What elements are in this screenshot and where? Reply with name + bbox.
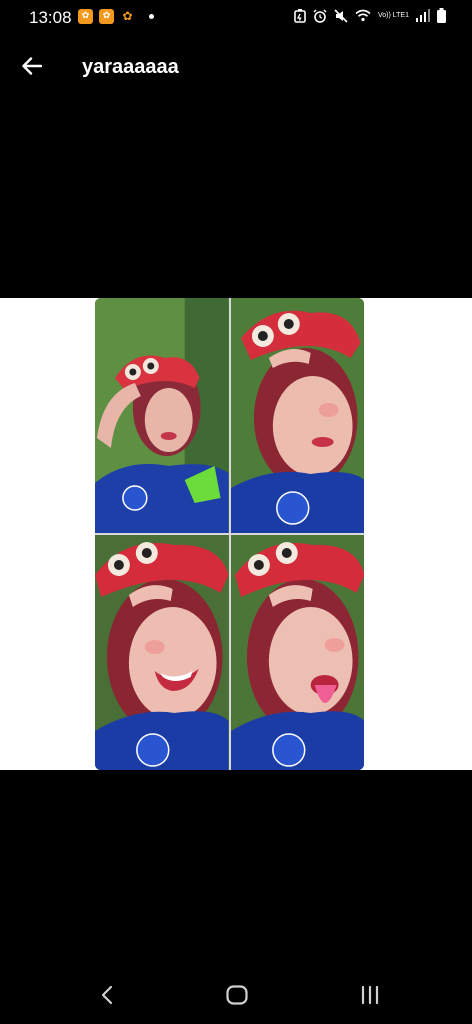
back-button[interactable]	[16, 52, 48, 84]
home-icon	[226, 984, 248, 1010]
photo-collage-cell	[230, 298, 364, 533]
battery-icon	[437, 8, 446, 23]
back-arrow-icon	[22, 56, 43, 80]
more-notifications-dot-icon	[149, 14, 154, 19]
status-bar: 13:08 ✿ ✿ ✿ Vo)) LTE1	[0, 0, 472, 36]
signal-icon	[416, 9, 430, 22]
volte-label: Vo)) LTE1	[378, 12, 409, 19]
image-viewer[interactable]	[0, 298, 472, 770]
system-icons: Vo)) LTE1	[294, 8, 446, 23]
nav-back-button[interactable]	[92, 982, 122, 1012]
app-notification-icon: ✿	[78, 9, 93, 24]
photo-collage-cell	[95, 298, 229, 533]
photo-collage-image[interactable]	[95, 298, 364, 770]
notification-icons: ✿ ✿ ✿	[78, 9, 154, 24]
contact-name-title: yaraaaaaa	[82, 56, 179, 78]
app-notification-icon: ✿	[122, 9, 133, 23]
navigation-bar	[0, 968, 472, 1024]
battery-saver-icon	[294, 8, 306, 23]
mute-icon	[334, 8, 348, 23]
status-time: 13:08	[29, 8, 72, 27]
alarm-icon	[313, 8, 327, 23]
chevron-left-icon	[101, 985, 113, 1010]
nav-recents-button[interactable]	[355, 982, 385, 1012]
app-notification-icon: ✿	[99, 9, 114, 24]
app-bar: yaraaaaaa	[0, 44, 472, 92]
photo-collage-cell	[230, 535, 364, 770]
recent-apps-icon	[360, 985, 380, 1010]
photo-collage-cell	[95, 535, 229, 770]
nav-home-button[interactable]	[222, 982, 252, 1012]
wifi-icon	[355, 9, 371, 22]
